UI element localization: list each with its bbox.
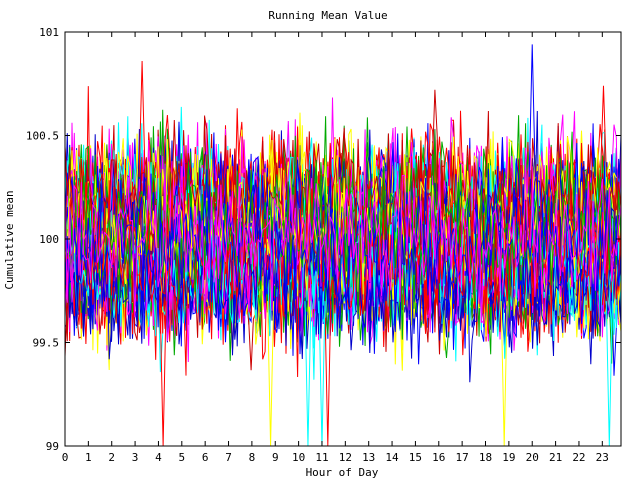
- x-tick-label: 7: [225, 451, 232, 464]
- x-tick-label: 4: [155, 451, 162, 464]
- y-axis-label: Cumulative mean: [3, 190, 16, 289]
- x-tick-label: 10: [292, 451, 305, 464]
- spike-line: [267, 301, 275, 447]
- chart-title: Running Mean Value: [268, 9, 387, 22]
- x-tick-label: 11: [315, 451, 328, 464]
- spike-line: [318, 301, 326, 447]
- y-tick-label: 100: [39, 233, 59, 246]
- spike-line: [605, 301, 613, 447]
- y-tick-label: 99.5: [33, 337, 60, 350]
- x-tick-label: 5: [178, 451, 185, 464]
- x-tick-label: 22: [572, 451, 585, 464]
- x-tick-label: 23: [596, 451, 609, 464]
- x-tick-label: 3: [132, 451, 139, 464]
- x-tick-label: 17: [456, 451, 469, 464]
- x-tick-label: 12: [339, 451, 352, 464]
- x-tick-label: 6: [202, 451, 209, 464]
- x-tick-label: 16: [432, 451, 445, 464]
- series-lines: [64, 44, 622, 447]
- x-tick-label: 1: [85, 451, 92, 464]
- y-tick-label: 101: [39, 26, 59, 39]
- x-tick-label: 14: [385, 451, 399, 464]
- x-tick-label: 21: [549, 451, 562, 464]
- x-tick-label: 8: [249, 451, 256, 464]
- running-mean-chart: Running Mean Value Cumulative mean Hour …: [3, 9, 622, 479]
- x-tick-label: 0: [62, 451, 69, 464]
- x-tick-label: 19: [502, 451, 515, 464]
- x-axis-label: Hour of Day: [306, 466, 379, 479]
- y-tick-label: 100.5: [26, 130, 59, 143]
- x-tick-label: 9: [272, 451, 279, 464]
- x-tick-label: 18: [479, 451, 492, 464]
- y-tick-label: 99: [46, 440, 59, 453]
- x-tick-label: 15: [409, 451, 422, 464]
- x-tick-label: 20: [526, 451, 539, 464]
- spike-line: [500, 301, 508, 447]
- x-tick-label: 2: [108, 451, 115, 464]
- x-tick-label: 13: [362, 451, 375, 464]
